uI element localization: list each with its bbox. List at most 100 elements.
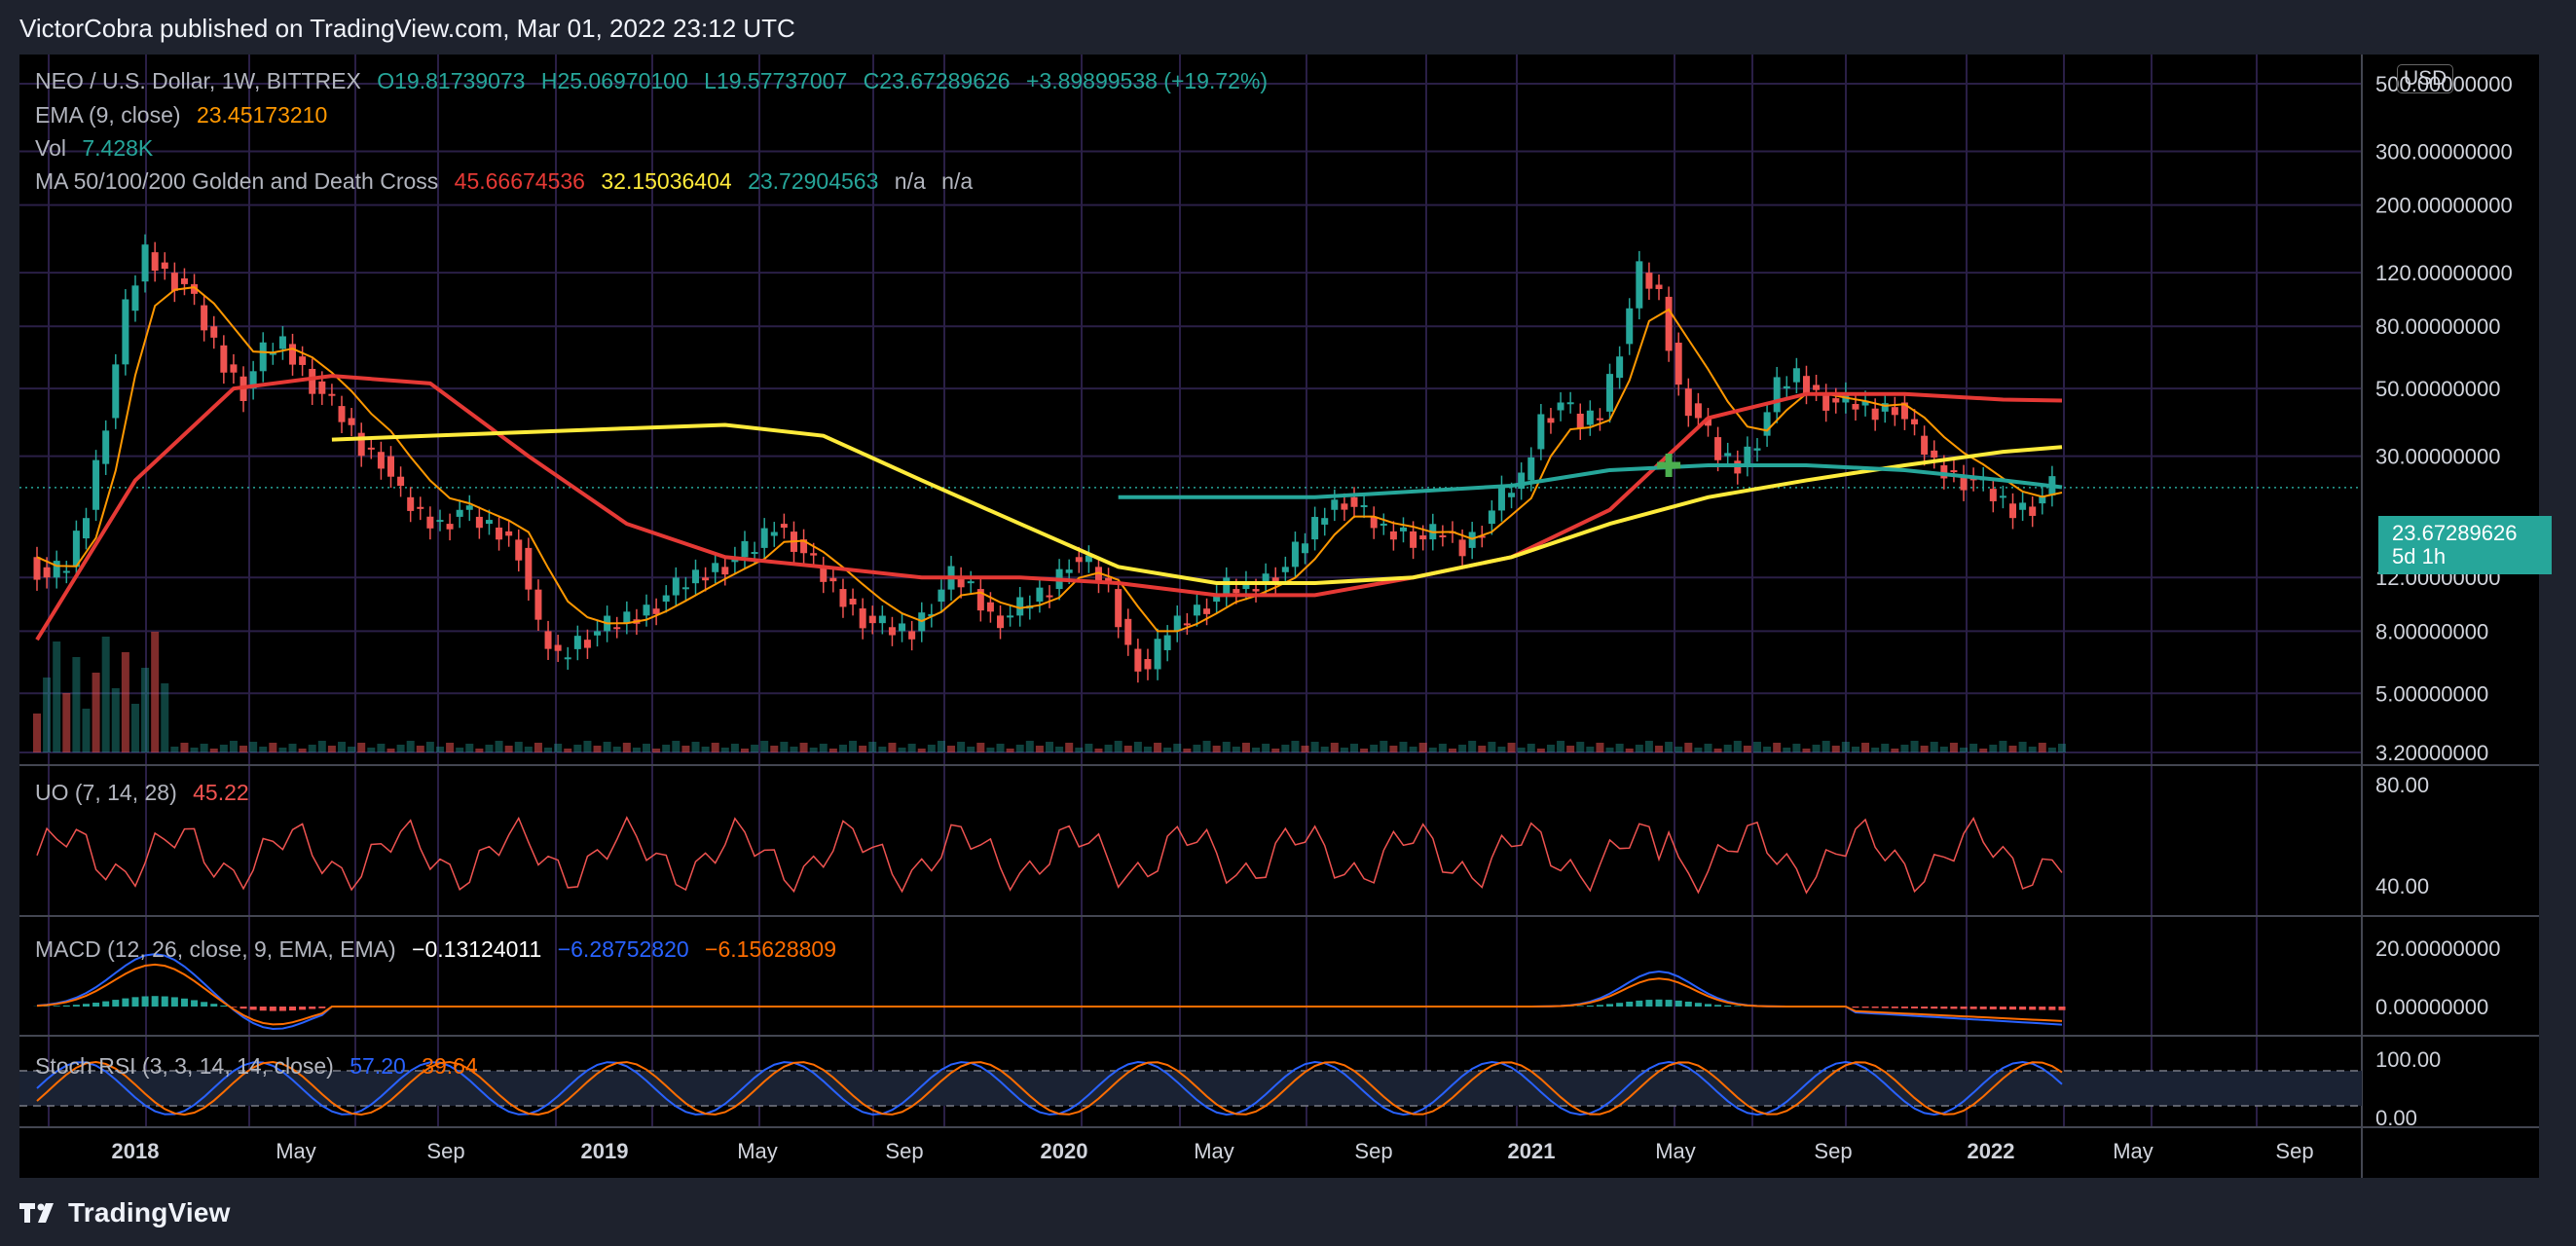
volume-bar	[1271, 749, 1280, 752]
tradingview-logo-icon	[19, 1203, 54, 1223]
candle-body	[122, 299, 129, 365]
macd-hist-bar	[92, 1003, 100, 1007]
volume-bar	[976, 743, 985, 752]
candle-body	[760, 528, 768, 548]
candle-body	[417, 506, 424, 509]
volume-bar	[1527, 744, 1535, 752]
volume-bar	[1752, 742, 1761, 752]
volume-bar	[1713, 749, 1722, 752]
volume-bar	[1055, 747, 1064, 752]
volume-bar	[209, 749, 218, 752]
volume-bar	[386, 749, 395, 752]
volume-bar	[1291, 741, 1300, 752]
volume-bar	[907, 744, 916, 752]
candle-body	[1753, 448, 1761, 451]
volume-bar	[1949, 743, 1958, 752]
candle-body	[1596, 418, 1603, 421]
candle-body	[43, 567, 51, 578]
volume-bar	[151, 632, 160, 752]
macd-tick-label: 0.00000000	[2375, 995, 2488, 1019]
candle-body	[1399, 527, 1407, 531]
candle-body	[1193, 605, 1200, 616]
chart-canvas[interactable]: 500.00000000300.00000000200.00000000120.…	[19, 55, 2539, 1178]
volume-bar	[1743, 746, 1751, 752]
volume-bar	[1733, 741, 1742, 752]
volume-bar	[1212, 746, 1221, 752]
candle-body	[1813, 385, 1821, 390]
candle-body	[1921, 435, 1929, 455]
candle-body	[1311, 517, 1319, 540]
candle-body	[1636, 261, 1643, 309]
volume-bar	[1684, 743, 1693, 752]
candle-body	[613, 627, 621, 630]
volume-bar	[1046, 742, 1053, 752]
stoch-tick-label: 0.00	[2375, 1106, 2417, 1130]
volume-bar	[111, 688, 120, 752]
price-tick-label: 5.00000000	[2375, 681, 2488, 706]
volume-bar	[1605, 748, 1614, 752]
price-tick-label: 80.00000000	[2375, 314, 2500, 339]
macd-hist-bar	[1969, 1007, 1977, 1009]
candle-body	[899, 623, 906, 632]
candle-body	[2009, 503, 2017, 519]
uo-value: 45.22	[193, 780, 249, 805]
candle-body	[534, 589, 542, 620]
volume-bar	[1655, 746, 1664, 752]
candle-body	[741, 540, 749, 558]
candle-body	[1665, 296, 1673, 351]
candle-body	[1527, 457, 1535, 481]
candle-body	[573, 636, 581, 649]
macd-hist-bar	[1674, 1000, 1682, 1007]
volume-bar	[751, 745, 759, 752]
tradingview-brand[interactable]: TradingView	[19, 1197, 231, 1228]
candle-body	[1163, 635, 1171, 650]
candle-body	[1065, 569, 1073, 573]
candle-body	[1999, 495, 2006, 498]
macd-hist-bar	[1931, 1007, 1938, 1009]
candle-body	[583, 640, 591, 648]
volume-bar	[888, 743, 897, 752]
macd-hist-bar	[210, 1004, 218, 1007]
price-tick-label: 120.00000000	[2375, 261, 2513, 285]
macd-hist-bar	[220, 1005, 228, 1007]
candle-body	[161, 262, 168, 270]
chart-frame[interactable]: 500.00000000 300.00000000 200.00000000 120.…	[19, 55, 2552, 1178]
macd-hist-bar	[1891, 1007, 1898, 1008]
volume-bar	[859, 746, 867, 752]
candle-body	[544, 631, 552, 649]
macd-hist-bar	[1705, 1004, 1712, 1007]
candle-body	[309, 368, 316, 394]
volume-bar	[1999, 741, 2007, 752]
volume-bar	[1939, 747, 1948, 752]
candle-body	[1655, 284, 1663, 289]
price-tick-label: 300.00000000	[2375, 139, 2513, 164]
candle-body	[1154, 639, 1161, 670]
brand-text: TradingView	[68, 1197, 231, 1228]
volume-bar	[456, 748, 464, 752]
time-tick-label: Sep	[1814, 1139, 1852, 1163]
candle-body	[1134, 648, 1142, 672]
volume-bar	[1350, 744, 1359, 752]
volume-bar	[1910, 741, 1919, 752]
volume-bar	[1222, 742, 1231, 752]
volume-bar	[1478, 746, 1487, 752]
time-tick-label: May	[2113, 1139, 2153, 1163]
volume-bar	[377, 744, 386, 752]
volume-bar	[278, 748, 287, 752]
low-value: L19.57737007	[704, 68, 848, 93]
volume-bar	[1448, 749, 1456, 752]
volume-bar	[416, 746, 424, 752]
volume-bar	[849, 741, 858, 752]
volume-bar	[1488, 742, 1496, 752]
volume-bar	[1576, 742, 1585, 752]
volume-bar	[72, 657, 81, 752]
attribution-text: VictorCobra published on TradingView.com…	[19, 14, 795, 43]
volume-bar	[622, 743, 631, 752]
ma200-value: 23.72904563	[748, 168, 879, 194]
candle-body	[318, 381, 326, 394]
candle-body	[1223, 577, 1231, 596]
volume-bar	[92, 673, 100, 752]
volume-legend: Vol 7.428K	[35, 135, 163, 162]
currency-badge[interactable]: USD	[2397, 64, 2454, 93]
volume-bar	[338, 742, 347, 752]
